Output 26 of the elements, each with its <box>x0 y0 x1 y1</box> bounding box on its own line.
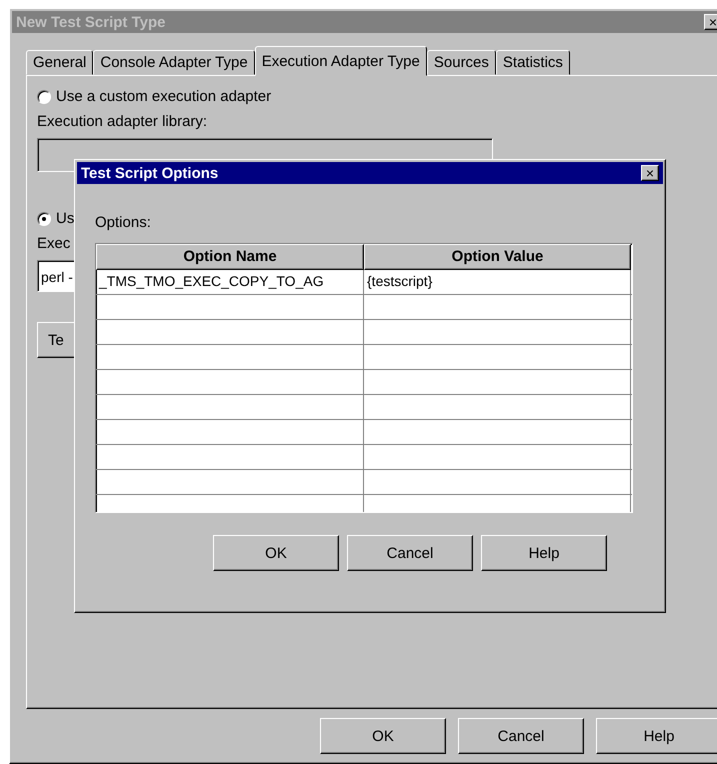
tab[interactable]: General <box>26 50 94 75</box>
close-button[interactable]: × <box>704 14 717 30</box>
tab[interactable]: Console Adapter Type <box>93 50 255 75</box>
options-label: Options: <box>95 214 152 231</box>
field-label: Execution adapter library: <box>37 113 208 130</box>
dialog-button[interactable]: Help <box>596 718 717 754</box>
tab[interactable]: Sources <box>426 50 496 75</box>
dialog-button[interactable]: Cancel <box>458 718 584 754</box>
radio-label: Use a custom execution adapter <box>56 88 272 105</box>
radio-button[interactable] <box>37 212 51 226</box>
column-header[interactable]: Option Name <box>96 244 364 270</box>
window-title: New Test Script Type <box>16 14 166 30</box>
dialog-title: Test Script Options <box>81 164 218 182</box>
close-button[interactable]: × <box>641 165 659 181</box>
dialog-button[interactable]: Cancel <box>347 535 473 571</box>
table-cell: {testscript} <box>364 270 631 294</box>
tab[interactable]: Statistics <box>496 50 570 75</box>
dialog-button[interactable]: Help <box>481 535 607 571</box>
radio-button[interactable] <box>37 90 51 104</box>
dialog-button[interactable]: OK <box>320 718 446 754</box>
table-cell: _TMS_TMO_EXEC_COPY_TO_AG <box>96 270 364 294</box>
tab[interactable]: Execution Adapter Type <box>254 46 427 76</box>
radio-label: Us <box>56 210 74 227</box>
field-label: Exec <box>37 235 72 252</box>
column-header[interactable]: Option Value <box>364 244 631 270</box>
dialog-button[interactable]: OK <box>213 535 339 571</box>
